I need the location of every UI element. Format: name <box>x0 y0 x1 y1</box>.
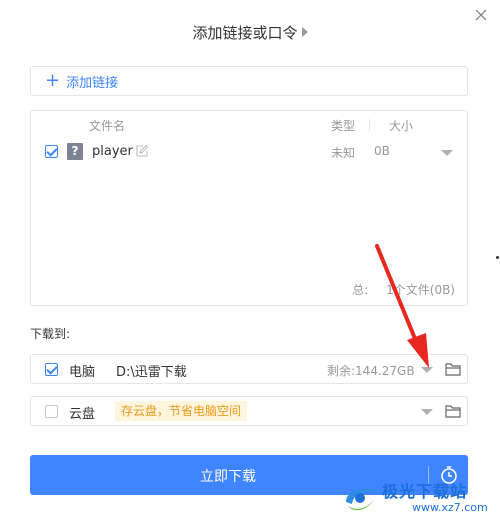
summary-value: 1个文件(0B) <box>386 283 455 297</box>
folder-icon[interactable] <box>445 362 461 376</box>
folder-icon[interactable] <box>445 404 461 418</box>
add-link-button[interactable]: + 添加链接 <box>30 66 468 96</box>
file-type: 未知 <box>331 146 356 160</box>
add-link-label: 添加链接 <box>66 75 119 91</box>
file-size: 0B <box>374 144 390 158</box>
download-target-pc[interactable]: 电脑 D:\迅雷下载 剩余:144.27GB <box>30 354 468 384</box>
chevron-down-icon[interactable] <box>441 150 453 156</box>
watermark-logo: 极光下载站 www.xz7.com <box>340 470 496 520</box>
file-list-header: 文件名 类型 大小 <box>31 117 467 135</box>
file-row[interactable]: ? player 未知 0B <box>31 141 467 163</box>
file-list-panel: 文件名 类型 大小 ? player 未知 0B 总: 1个文件(0B) <box>30 110 468 306</box>
pc-label: 电脑 <box>69 365 96 380</box>
cloud-promo-badge: 存云盘，节省电脑空间 <box>115 401 248 421</box>
header-file-name: 文件名 <box>89 119 126 133</box>
file-checkbox[interactable] <box>45 145 58 158</box>
edit-icon[interactable] <box>135 144 149 158</box>
cloud-checkbox[interactable] <box>45 405 58 418</box>
chevron-down-icon[interactable] <box>421 409 433 415</box>
watermark-url: www.xz7.com <box>412 501 488 514</box>
download-to-label: 下载到: <box>30 327 71 341</box>
pc-download-path[interactable]: D:\迅雷下载 <box>116 361 187 380</box>
add-link-dialog: 添加链接或口令 + 添加链接 文件名 类型 大小 ? player 未知 0B … <box>0 0 500 525</box>
header-file-size: 大小 <box>389 119 414 133</box>
watermark-text: 极光下载站 <box>382 482 468 501</box>
download-target-cloud[interactable]: 云盘 存云盘，节省电脑空间 <box>30 396 468 426</box>
dialog-title-row[interactable]: 添加链接或口令 <box>0 22 500 43</box>
plus-icon: + <box>45 70 61 91</box>
free-space: 剩余:144.27GB <box>327 364 415 378</box>
edge-dot <box>496 256 499 259</box>
unknown-file-icon: ? <box>67 143 83 160</box>
cloud-label: 云盘 <box>69 407 96 422</box>
file-name: player <box>92 144 133 159</box>
file-summary: 总: 1个文件(0B) <box>352 281 455 298</box>
expand-triangle-icon[interactable] <box>301 27 308 37</box>
header-file-type: 类型 <box>331 119 356 133</box>
header-divider <box>369 119 370 131</box>
dialog-title: 添加链接或口令 <box>192 24 298 42</box>
pc-checkbox[interactable] <box>45 363 58 376</box>
summary-label: 总: <box>352 283 369 297</box>
watermark-logo-icon <box>346 488 376 511</box>
chevron-down-icon[interactable] <box>421 367 433 373</box>
